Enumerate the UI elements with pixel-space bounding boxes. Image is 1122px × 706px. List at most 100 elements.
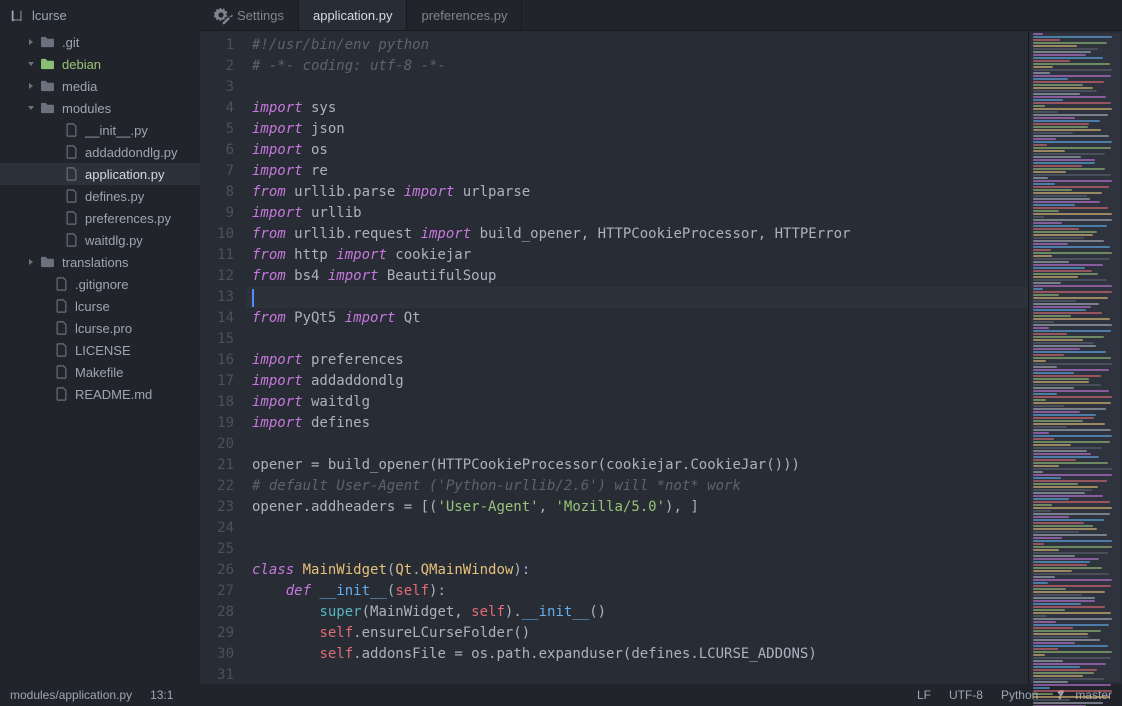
code-line[interactable]: [246, 539, 1028, 560]
tree-item[interactable]: .gitignore: [0, 273, 200, 295]
text-cursor: [252, 289, 254, 307]
code-line[interactable]: [246, 77, 1028, 98]
code-line[interactable]: from bs4 import BeautifulSoup: [246, 266, 1028, 287]
chevron-icon: [40, 366, 52, 378]
tree-item[interactable]: translations: [0, 251, 200, 273]
code-line[interactable]: import addaddondlg: [246, 371, 1028, 392]
editor-tab[interactable]: Settings: [200, 0, 299, 30]
code-line[interactable]: import re: [246, 161, 1028, 182]
code-line[interactable]: [246, 665, 1028, 684]
editor-tab[interactable]: application.py: [299, 0, 408, 30]
folder-icon: [40, 36, 55, 48]
tree-item[interactable]: lcurse: [0, 295, 200, 317]
code-line[interactable]: # -*- coding: utf-8 -*-: [246, 56, 1028, 77]
tree-item-label: modules: [62, 101, 111, 116]
editor-tab[interactable]: preferences.py: [407, 0, 522, 30]
tree-item[interactable]: lcurse.pro: [0, 317, 200, 339]
tree-item[interactable]: addaddondlg.py: [0, 141, 200, 163]
tree-item[interactable]: preferences.py: [0, 207, 200, 229]
tree-item[interactable]: debian: [0, 53, 200, 75]
code-line[interactable]: [246, 329, 1028, 350]
tree-item-label: lcurse: [75, 299, 110, 314]
chevron-icon: [50, 234, 62, 246]
tree-item[interactable]: defines.py: [0, 185, 200, 207]
code-line[interactable]: class MainWidget(Qt.QMainWindow):: [246, 560, 1028, 581]
file-icon: [65, 145, 78, 159]
code-line[interactable]: from http import cookiejar: [246, 245, 1028, 266]
file-icon: [55, 277, 68, 291]
chevron-icon: [25, 102, 37, 114]
code-editor[interactable]: 1234567891011121314151617181920212223242…: [200, 31, 1028, 684]
status-cursor-pos[interactable]: 13:1: [150, 688, 173, 702]
tab-label: Settings: [237, 8, 284, 23]
code-line[interactable]: def __init__(self):: [246, 581, 1028, 602]
folder-icon: [40, 58, 55, 70]
code-line[interactable]: from PyQt5 import Qt: [246, 308, 1028, 329]
file-icon: [65, 211, 78, 225]
chevron-icon: [50, 190, 62, 202]
tree-item-label: media: [62, 79, 97, 94]
code-line[interactable]: [246, 287, 1028, 308]
code-line[interactable]: from urllib.request import build_opener,…: [246, 224, 1028, 245]
code-line[interactable]: import waitdlg: [246, 392, 1028, 413]
code-line[interactable]: [246, 518, 1028, 539]
project-header[interactable]: lcurse: [0, 0, 200, 31]
code-line[interactable]: import preferences: [246, 350, 1028, 371]
file-icon: [55, 387, 68, 401]
chevron-icon: [40, 300, 52, 312]
file-icon: [65, 189, 78, 203]
code-line[interactable]: self.addonsFile = os.path.expanduser(def…: [246, 644, 1028, 665]
tree-item-label: defines.py: [85, 189, 144, 204]
code-line[interactable]: self.ensureLCurseFolder(): [246, 623, 1028, 644]
code-line[interactable]: import defines: [246, 413, 1028, 434]
chevron-icon: [50, 168, 62, 180]
code-line[interactable]: import sys: [246, 98, 1028, 119]
code-line[interactable]: opener.addheaders = [('User-Agent', 'Moz…: [246, 497, 1028, 518]
tree-item-label: preferences.py: [85, 211, 171, 226]
folder-icon: [40, 256, 55, 268]
file-icon: [55, 321, 68, 335]
chevron-icon: [50, 124, 62, 136]
code-line[interactable]: #!/usr/bin/env python: [246, 35, 1028, 56]
tree-item-label: README.md: [75, 387, 152, 402]
code-line[interactable]: # default User-Agent ('Python-urllib/2.6…: [246, 476, 1028, 497]
tab-bar: Settings application.py preferences.py: [200, 0, 1122, 31]
chevron-icon: [50, 146, 62, 158]
tree-item-label: .gitignore: [75, 277, 128, 292]
chevron-icon: [25, 256, 37, 268]
code-line[interactable]: import json: [246, 119, 1028, 140]
tree-item[interactable]: README.md: [0, 383, 200, 405]
code-line[interactable]: import os: [246, 140, 1028, 161]
code-line[interactable]: from urllib.parse import urlparse: [246, 182, 1028, 203]
minimap[interactable]: [1028, 31, 1122, 684]
repo-icon: [10, 9, 24, 23]
tab-label: application.py: [313, 8, 393, 23]
tree-item-label: debian: [62, 57, 101, 72]
chevron-icon: [25, 36, 37, 48]
tree-item-label: translations: [62, 255, 128, 270]
tree-item[interactable]: application.py: [0, 163, 200, 185]
tree-item[interactable]: media: [0, 75, 200, 97]
tree-item-label: application.py: [85, 167, 165, 182]
code-line[interactable]: [246, 434, 1028, 455]
code-line[interactable]: import urllib: [246, 203, 1028, 224]
chevron-icon: [50, 212, 62, 224]
status-eol[interactable]: LF: [917, 688, 931, 702]
file-icon: [65, 233, 78, 247]
tree-item[interactable]: Makefile: [0, 361, 200, 383]
chevron-icon: [25, 58, 37, 70]
status-file-path[interactable]: modules/application.py: [10, 688, 132, 702]
settings-icon: [214, 8, 230, 22]
code-line[interactable]: opener = build_opener(HTTPCookieProcesso…: [246, 455, 1028, 476]
project-name: lcurse: [32, 8, 67, 23]
tree-item[interactable]: modules: [0, 97, 200, 119]
tree-item[interactable]: .git: [0, 31, 200, 53]
folder-icon: [40, 102, 55, 114]
tree-item[interactable]: waitdlg.py: [0, 229, 200, 251]
tree-item[interactable]: LICENSE: [0, 339, 200, 361]
chevron-icon: [40, 278, 52, 290]
code-line[interactable]: super(MainWidget, self).__init__(): [246, 602, 1028, 623]
status-encoding[interactable]: UTF-8: [949, 688, 983, 702]
tree-item[interactable]: __init__.py: [0, 119, 200, 141]
code-area[interactable]: #!/usr/bin/env python# -*- coding: utf-8…: [246, 31, 1028, 684]
